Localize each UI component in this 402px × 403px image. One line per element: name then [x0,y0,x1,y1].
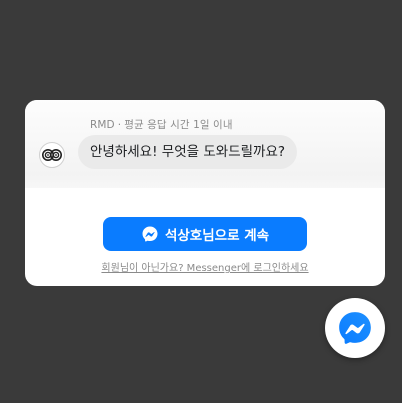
meta-separator: · [117,119,122,131]
greeting-message-bubble: 안녕하세요! 무엇을 도와드릴까요? [78,135,298,169]
messenger-chat-card: RMD · 평균 응답 시간 1일 이내 안녕하세요! 무엇을 도와드릴까요? 석상… [25,100,385,286]
page-meta: RMD · 평균 응답 시간 1일 이내 [90,117,233,132]
messenger-login-link[interactable]: 회원님이 아닌가요? Messenger에 로그인하세요 [25,259,385,274]
continue-button-label: 석상호님으로 계속 [164,228,270,244]
rmd-logo-icon [39,142,65,168]
page: RMD · 평균 응답 시간 1일 이내 안녕하세요! 무엇을 도와드릴까요? 석상… [0,0,402,403]
messenger-launcher-button[interactable] [325,298,385,358]
messenger-icon [339,312,371,344]
response-time: 평균 응답 시간 1일 이내 [124,119,233,131]
continue-as-user-button[interactable]: 석상호님으로 계속 [103,217,307,251]
messenger-icon [141,225,159,243]
page-name: RMD [90,119,115,131]
